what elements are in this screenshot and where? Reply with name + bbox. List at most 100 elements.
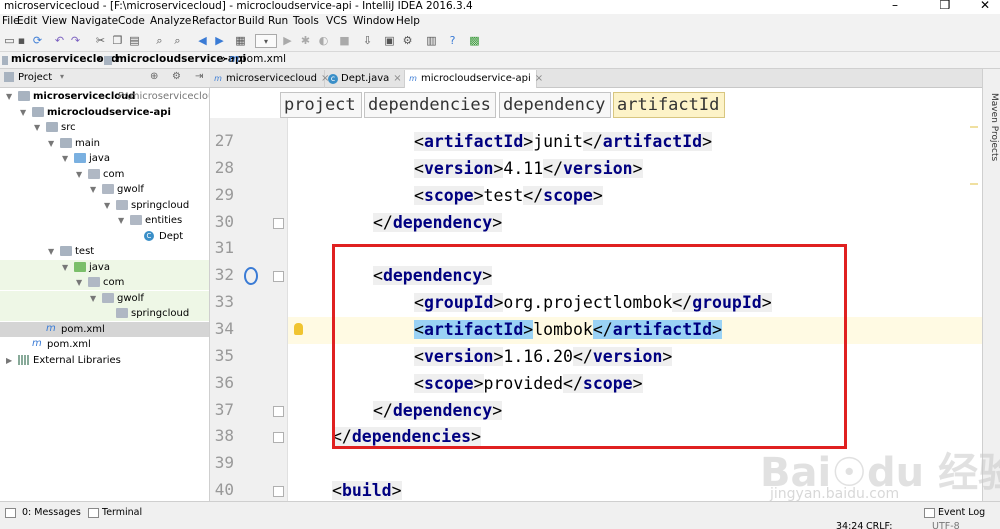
fold-marker-icon[interactable] [273,217,284,229]
intention-bulb-icon[interactable] [294,322,303,335]
tree-item[interactable]: springcloud [0,306,209,321]
debug-icon[interactable]: ✱ [298,34,313,48]
redo-icon[interactable]: ↷ [68,34,83,48]
vcs-icon[interactable]: ▩ [467,34,482,48]
chevron-down-icon[interactable]: ▼ [90,182,100,197]
tab-dept-java[interactable]: c Dept.java × [325,70,405,88]
menu-edit[interactable]: Edit [17,15,37,27]
tree-item[interactable]: ▼ com [0,275,209,290]
chevron-down-icon[interactable]: ▼ [48,244,58,259]
caret-position[interactable]: 34:24 [836,521,863,529]
tree-item[interactable]: ▼ java [0,259,209,275]
copy-icon[interactable]: ❐ [110,34,125,48]
sync-icon[interactable]: ⊕ [150,71,158,82]
tree-item[interactable]: m pom.xml [0,337,209,352]
code-line[interactable]: <dependency> [288,263,982,290]
hide-icon[interactable]: ⇥ [195,71,203,82]
forward-icon[interactable]: ▶ [212,34,227,48]
code-line[interactable]: <scope>test</scope> [288,183,982,210]
back-icon[interactable]: ◀ [195,34,210,48]
stop-icon[interactable]: ■ [337,34,352,48]
run-config-dropdown[interactable]: ▾ [255,34,277,48]
code-line[interactable]: <version>1.16.20</version> [288,344,982,371]
code-line[interactable]: </dependency> [288,398,982,425]
vcs-update-icon[interactable]: ⇩ [360,34,375,48]
fold-marker-icon[interactable] [273,271,284,283]
tree-item[interactable]: ▶ External Libraries [0,353,209,368]
tree-item[interactable]: ▼ gwolf [0,290,209,306]
tree-item[interactable]: ▼ main [0,136,209,151]
messages-tab[interactable]: 0: Messages [22,507,81,518]
menu-help[interactable]: Help [396,15,420,27]
chevron-down-icon[interactable]: ▼ [62,151,72,166]
xml-crumb-dependencies[interactable]: dependencies [364,92,496,118]
close-button[interactable]: ✕ [970,0,1000,12]
tree-item[interactable]: ▼ src [0,120,209,135]
code-line[interactable]: <groupId>org.projectlombok</groupId> [288,290,982,317]
tree-item[interactable]: m pom.xml [0,321,209,337]
xml-crumb-project[interactable]: project [280,92,362,118]
code-line[interactable]: <artifactId>lombok</artifactId> [288,316,982,344]
event-log-tab[interactable]: Event Log [938,507,985,518]
menu-build[interactable]: Build [238,15,264,27]
file-encoding[interactable]: UTF-8 [932,521,960,529]
fold-marker-icon[interactable] [273,486,284,498]
nav-crumb-project[interactable]: microservicecloud [11,53,119,68]
menu-window[interactable]: Window [353,15,394,27]
coverage-icon[interactable]: ◐ [316,34,331,48]
menu-tools[interactable]: Tools [293,15,319,27]
menu-analyze[interactable]: Analyze [150,15,191,27]
undo-icon[interactable]: ↶ [52,34,67,48]
chevron-down-icon[interactable]: ▼ [76,167,86,182]
chevron-down-icon[interactable]: ▼ [104,198,114,213]
paste-icon[interactable]: ▤ [127,34,142,48]
menu-refactor[interactable]: Refactor [192,15,236,27]
minimize-button[interactable]: – [880,0,910,12]
project-structure-icon[interactable]: ▣ [382,34,397,48]
replace-icon[interactable]: ⌕ [170,34,185,48]
implemented-icon[interactable] [244,267,258,286]
menu-navigate[interactable]: Navigate [71,15,118,27]
sync-icon[interactable]: ⟳ [30,34,45,48]
tree-item[interactable]: ▼ com [0,167,209,182]
close-icon[interactable]: × [393,73,401,84]
tab-microcloudservice-api[interactable]: m microcloudservice-api × [405,70,543,88]
chevron-right-icon[interactable]: ▶ [6,353,16,368]
tree-item[interactable]: C Dept [0,229,209,244]
code-line[interactable]: <artifactId>junit</artifactId> [288,129,982,156]
chevron-down-icon[interactable]: ▼ [62,260,72,275]
help-icon[interactable]: ? [445,34,460,48]
xml-crumb-dependency[interactable]: dependency [499,92,611,118]
project-panel-title[interactable]: Project [18,72,52,83]
cut-icon[interactable]: ✂ [93,34,108,48]
menu-run[interactable]: Run [268,15,288,27]
nav-crumb-module[interactable]: microcloudservice-api [116,53,246,68]
code-line[interactable]: <version>4.11</version> [288,156,982,183]
find-icon[interactable]: ⌕ [152,34,167,48]
menu-vcs[interactable]: VCS [326,15,347,27]
chevron-down-icon[interactable]: ▼ [20,105,30,120]
chevron-down-icon[interactable]: ▼ [34,120,44,135]
code-line[interactable]: </dependency> [288,210,982,237]
chevron-down-icon[interactable]: ▼ [76,275,86,290]
tab-microservicecloud[interactable]: m microservicecloud × [210,70,329,88]
maven-projects-tab[interactable]: Maven Projects [985,93,999,161]
tree-item[interactable]: ▼ microcloudservice-api [0,105,209,120]
menu-code[interactable]: Code [118,15,145,27]
code-line[interactable]: <scope>provided</scope> [288,371,982,398]
maximize-button[interactable]: ❒ [930,0,960,12]
chevron-down-icon[interactable]: ▼ [6,89,16,104]
nav-crumb-file[interactable]: pom.xml [240,53,286,68]
save-icon[interactable]: ▪ [14,34,29,48]
chevron-down-icon[interactable]: ▼ [118,213,128,228]
chevron-down-icon[interactable]: ▼ [48,136,58,151]
build-icon[interactable]: ▦ [233,34,248,48]
tree-item[interactable]: ▼ entities [0,213,209,228]
gear-icon[interactable]: ⚙ [172,71,181,82]
menu-view[interactable]: View [42,15,67,27]
code-line[interactable] [288,236,982,263]
tree-item[interactable]: ▼ java [0,151,209,166]
chevron-down-icon[interactable]: ▼ [90,291,100,306]
fold-marker-icon[interactable] [273,405,284,417]
fold-marker-icon[interactable] [273,432,284,444]
